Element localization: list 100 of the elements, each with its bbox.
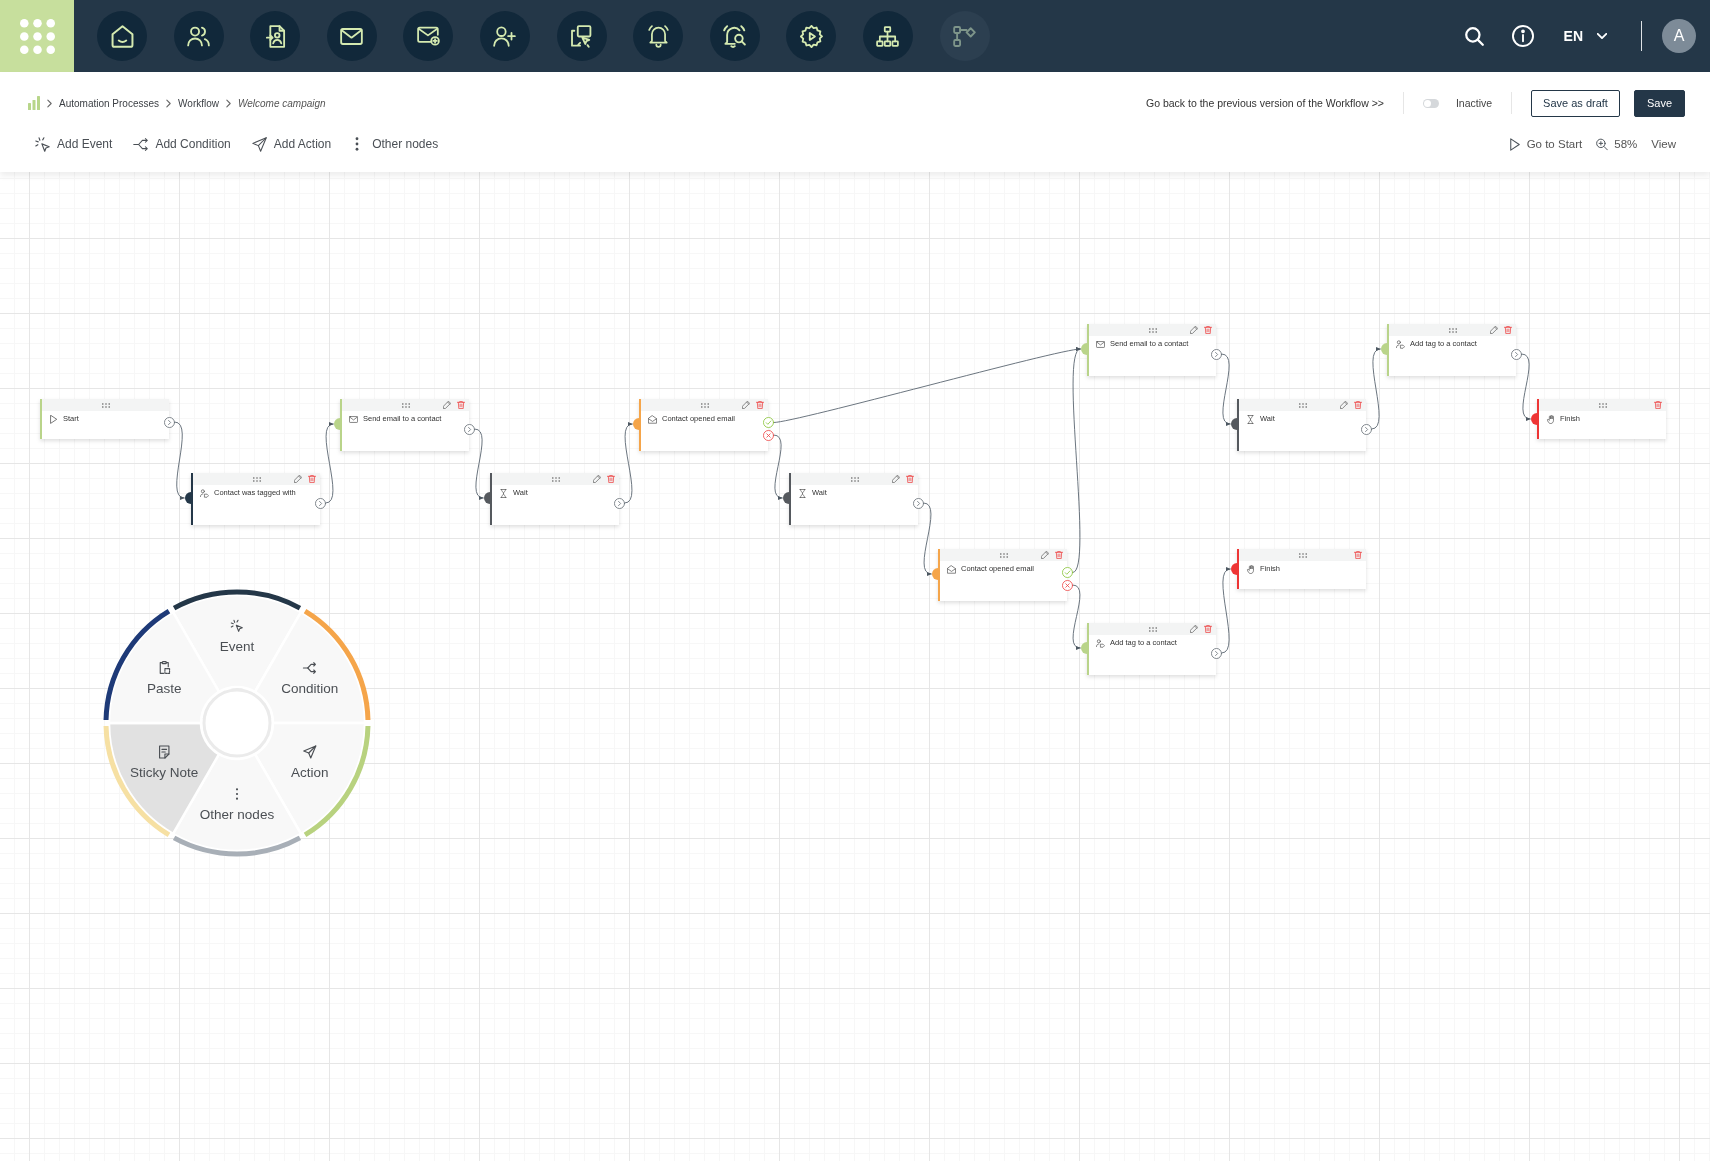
grip-icon[interactable] [700, 402, 709, 408]
gear-play-icon [799, 24, 823, 48]
nav-button[interactable] [479, 11, 530, 61]
grip-icon[interactable] [252, 476, 261, 482]
nav-button[interactable] [633, 11, 684, 61]
nav-button[interactable] [250, 11, 301, 61]
node-header[interactable] [1539, 399, 1666, 411]
grip-icon[interactable] [1298, 402, 1307, 408]
pencil-icon[interactable] [1041, 551, 1049, 559]
breadcrumb-link[interactable]: Workflow [178, 97, 219, 109]
user-tag-icon [1096, 638, 1105, 648]
pencil-icon[interactable] [1490, 326, 1498, 334]
node-header[interactable] [193, 473, 320, 485]
pencil-icon[interactable] [1190, 326, 1198, 334]
node-header[interactable] [42, 399, 169, 411]
grip-icon[interactable] [850, 476, 859, 482]
go-to-start-button[interactable]: Go to Start [1508, 137, 1583, 151]
pencil-icon[interactable] [1190, 625, 1198, 633]
vertical-dots-icon [235, 788, 239, 800]
previous-version-link[interactable]: Go back to the previous version of the Workflow >> [1145, 97, 1384, 109]
trash-icon[interactable] [1204, 625, 1212, 633]
chevron-circle-icon[interactable] [1510, 348, 1522, 360]
trash-icon[interactable] [906, 475, 914, 483]
document-person-icon [263, 24, 287, 48]
x-circle-icon[interactable] [1061, 579, 1073, 591]
toggle-label: Inactive [1455, 97, 1493, 109]
grip-icon[interactable] [401, 402, 410, 408]
trash-icon[interactable] [1654, 401, 1662, 409]
chevron-circle-icon[interactable] [463, 423, 475, 435]
apps-button[interactable] [0, 0, 74, 72]
pencil-icon[interactable] [294, 475, 302, 483]
trash-icon[interactable] [756, 401, 764, 409]
info-icon[interactable] [1511, 25, 1534, 47]
nav-button[interactable] [173, 11, 224, 61]
bar-chart-icon[interactable] [28, 96, 40, 110]
node-header[interactable] [1389, 324, 1516, 336]
grip-icon[interactable] [1448, 327, 1457, 333]
vertical-dots-icon [355, 137, 360, 151]
toolbar-button[interactable]: Add Condition [133, 136, 231, 152]
pencil-icon[interactable] [593, 475, 601, 483]
search-icon[interactable] [1464, 26, 1484, 46]
nav-button[interactable] [709, 11, 760, 61]
chevron-circle-icon[interactable] [912, 497, 924, 509]
zoom-button[interactable]: 58% [1596, 137, 1638, 151]
grip-icon[interactable] [1148, 626, 1157, 632]
pencil-icon[interactable] [742, 401, 750, 409]
node-header[interactable] [1089, 324, 1216, 336]
chevron-circle-icon[interactable] [1210, 348, 1222, 360]
trash-icon[interactable] [1354, 401, 1362, 409]
chevron-circle-icon[interactable] [1210, 647, 1222, 659]
node-header[interactable] [791, 473, 918, 485]
chevron-circle-icon[interactable] [314, 497, 326, 509]
node-header[interactable] [940, 549, 1067, 561]
node-header[interactable] [1239, 399, 1366, 411]
toggle-switch[interactable] [1422, 98, 1439, 108]
hand-icon [1546, 414, 1555, 424]
chevron-circle-icon[interactable] [613, 497, 625, 509]
nav-button[interactable] [556, 11, 607, 61]
trash-icon[interactable] [1055, 551, 1063, 559]
grip-icon[interactable] [551, 476, 560, 482]
grip-icon[interactable] [1298, 552, 1307, 558]
nav-button[interactable] [403, 11, 454, 61]
node-header[interactable] [492, 473, 619, 485]
toolbar-button[interactable]: Add Action [251, 136, 332, 152]
node-header[interactable] [641, 399, 768, 411]
view-button[interactable]: View [1651, 138, 1676, 150]
pencil-icon[interactable] [443, 401, 451, 409]
node-header[interactable] [342, 399, 469, 411]
trash-icon[interactable] [1354, 551, 1362, 559]
trash-icon[interactable] [457, 401, 465, 409]
nav-button[interactable] [97, 11, 147, 61]
nav-button[interactable] [326, 11, 377, 61]
trash-icon[interactable] [1204, 326, 1212, 334]
grip-icon[interactable] [1598, 402, 1607, 408]
save-draft-button[interactable]: Save as draft [1531, 89, 1620, 117]
nav-button[interactable] [862, 11, 913, 61]
chevron-right-icon [226, 98, 231, 108]
x-circle-icon[interactable] [762, 429, 774, 441]
grip-icon[interactable] [999, 552, 1008, 558]
breadcrumb-link[interactable]: Automation Processes [59, 97, 160, 109]
toolbar-button[interactable]: Add Event [35, 136, 113, 152]
pencil-icon[interactable] [1340, 401, 1348, 409]
trash-icon[interactable] [1504, 326, 1512, 334]
chevron-circle-icon[interactable] [1360, 423, 1372, 435]
node-header[interactable] [1089, 623, 1216, 635]
node-header[interactable] [1239, 549, 1366, 561]
language-selector[interactable]: EN [1563, 28, 1607, 44]
check-circle-icon[interactable] [1061, 567, 1073, 578]
paper-plane-icon [303, 745, 317, 759]
breadcrumb-current: Welcome campaign [238, 97, 326, 109]
trash-icon[interactable] [308, 475, 316, 483]
nav-button[interactable] [786, 11, 837, 61]
grip-icon[interactable] [1148, 327, 1157, 333]
chevron-circle-icon[interactable] [163, 416, 175, 428]
check-circle-icon[interactable] [762, 417, 774, 428]
grip-icon[interactable] [101, 402, 110, 408]
toolbar-button[interactable]: Other nodes [352, 137, 439, 151]
trash-icon[interactable] [607, 475, 615, 483]
save-button[interactable]: Save [1633, 89, 1685, 117]
pencil-icon[interactable] [892, 475, 900, 483]
